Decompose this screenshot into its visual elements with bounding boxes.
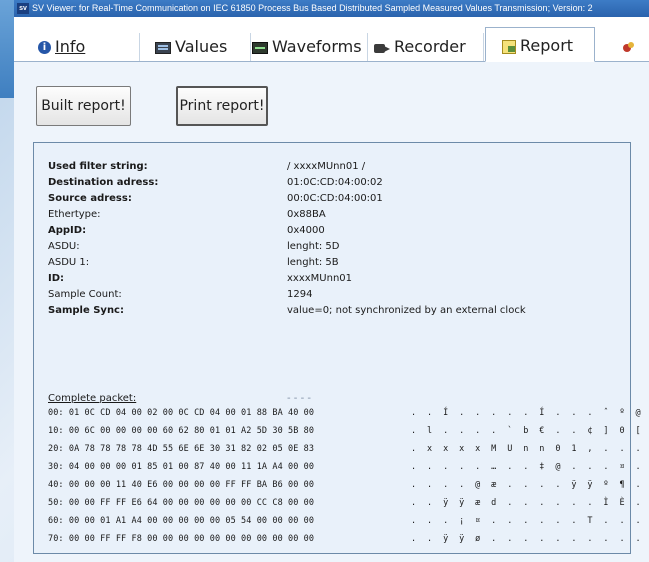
print-report-button[interactable]: Print report! (176, 86, 268, 126)
source-address-value: 00:0C:CD:04:00:01 (287, 193, 383, 204)
tab-recorder[interactable]: Recorder (374, 33, 484, 61)
appid-label: AppID: (48, 225, 87, 236)
asdu-label: ASDU: (48, 241, 80, 252)
packet-ascii-row: . . ÿ ÿ ø . . . . . . . . . . . (411, 534, 649, 544)
report-icon (502, 39, 516, 54)
source-address-label: Source adress: (48, 193, 132, 204)
sv-viewer-window: sv SV Viewer: for Real-Time Communication… (14, 0, 649, 562)
waveforms-icon (252, 41, 268, 54)
packet-hex-row: 70: 00 00 FF FF F8 00 00 00 00 00 00 00 … (48, 534, 315, 544)
ethertype-label: Ethertype: (48, 209, 101, 220)
sample-count-value: 1294 (287, 289, 313, 300)
filter-string-label: Used filter string: (48, 161, 148, 172)
packet-hex-row: 40: 00 00 00 11 40 E6 00 00 00 00 FF FF … (48, 480, 315, 490)
app-logo-icon: sv (17, 3, 29, 15)
tab-waveforms-label: Waveforms (272, 37, 362, 56)
id-label: ID: (48, 273, 65, 284)
packet-separator: - - - - (287, 393, 311, 404)
info-icon: i (38, 41, 51, 54)
packet-ascii-row: . . Í . . . . . Í . . . ˆ º @ . (411, 408, 649, 418)
tab-more[interactable] (610, 33, 649, 61)
packet-ascii-row: . x x x x M U n n 0 1 ‚ . . . ƒ (411, 444, 649, 454)
title-bar: sv SV Viewer: for Real-Time Communication… (14, 0, 649, 17)
destination-address-label: Destination adress: (48, 177, 159, 188)
packet-ascii-row: . . . . . … . . ‡ @ . . . ¤ . . (411, 462, 649, 472)
window-title: SV Viewer: for Real-Time Communication o… (32, 3, 593, 13)
report-panel: Used filter string: / xxxxMUnn01 / Desti… (33, 142, 641, 554)
tab-values-label: Values (175, 37, 228, 56)
packet-ascii-row: . . . ¡ ¤ . . . . . . T . . . . (411, 516, 649, 526)
tab-info[interactable]: i Info (38, 33, 140, 61)
packet-ascii-row: . l . . . . ` b € . . ¢ ] 0 [ € (411, 426, 649, 436)
packet-hex-row: 60: 00 00 01 A1 A4 00 00 00 00 00 05 54 … (48, 516, 315, 526)
tab-recorder-label: Recorder (394, 37, 466, 56)
tab-bar: i Info Values Waveforms Recorder Report (14, 17, 649, 62)
packet-ascii-row: . . ÿ ÿ æ d . . . . . . Ì È . . (411, 498, 649, 508)
complete-packet-title: Complete packet: (48, 393, 137, 404)
tab-values[interactable]: Values (155, 33, 251, 61)
packet-hex-row: 30: 04 00 00 00 01 85 01 00 87 40 00 11 … (48, 462, 315, 472)
packet-hex-row: 10: 00 6C 00 00 00 00 60 62 80 01 01 A2 … (48, 426, 315, 436)
sample-sync-label: Sample Sync: (48, 305, 124, 316)
packet-hex-row: 00: 01 0C CD 04 00 02 00 0C CD 04 00 01 … (48, 408, 315, 418)
more-tab-icon (622, 41, 636, 55)
packet-ascii-row: . . . . @ æ . . . . ÿ ÿ º ¶ . . (411, 480, 649, 490)
asdu-value: lenght: 5D (287, 241, 340, 252)
values-icon (155, 41, 171, 54)
ethertype-value: 0x88BA (287, 209, 326, 220)
filter-string-value: / xxxxMUnn01 / (287, 161, 366, 172)
id-value: xxxxMUnn01 (287, 273, 353, 284)
packet-hex-row: 20: 0A 78 78 78 78 4D 55 6E 6E 30 31 82 … (48, 444, 315, 454)
tab-report-label: Report (520, 36, 574, 55)
sample-count-label: Sample Count: (48, 289, 122, 300)
appid-value: 0x4000 (287, 225, 325, 236)
asdu1-value: lenght: 5B (287, 257, 339, 268)
tab-report[interactable]: Report (485, 27, 595, 62)
destination-address-value: 01:0C:CD:04:00:02 (287, 177, 383, 188)
sample-sync-value: value=0; not synchronized by an external… (287, 305, 526, 316)
tab-waveforms[interactable]: Waveforms (252, 33, 368, 61)
packet-hex-row: 50: 00 00 FF FF E6 64 00 00 00 00 00 00 … (48, 498, 315, 508)
asdu1-label: ASDU 1: (48, 257, 90, 268)
tab-info-label: Info (55, 37, 86, 56)
recorder-icon (374, 41, 390, 54)
build-report-button[interactable]: Built report! (36, 86, 131, 126)
